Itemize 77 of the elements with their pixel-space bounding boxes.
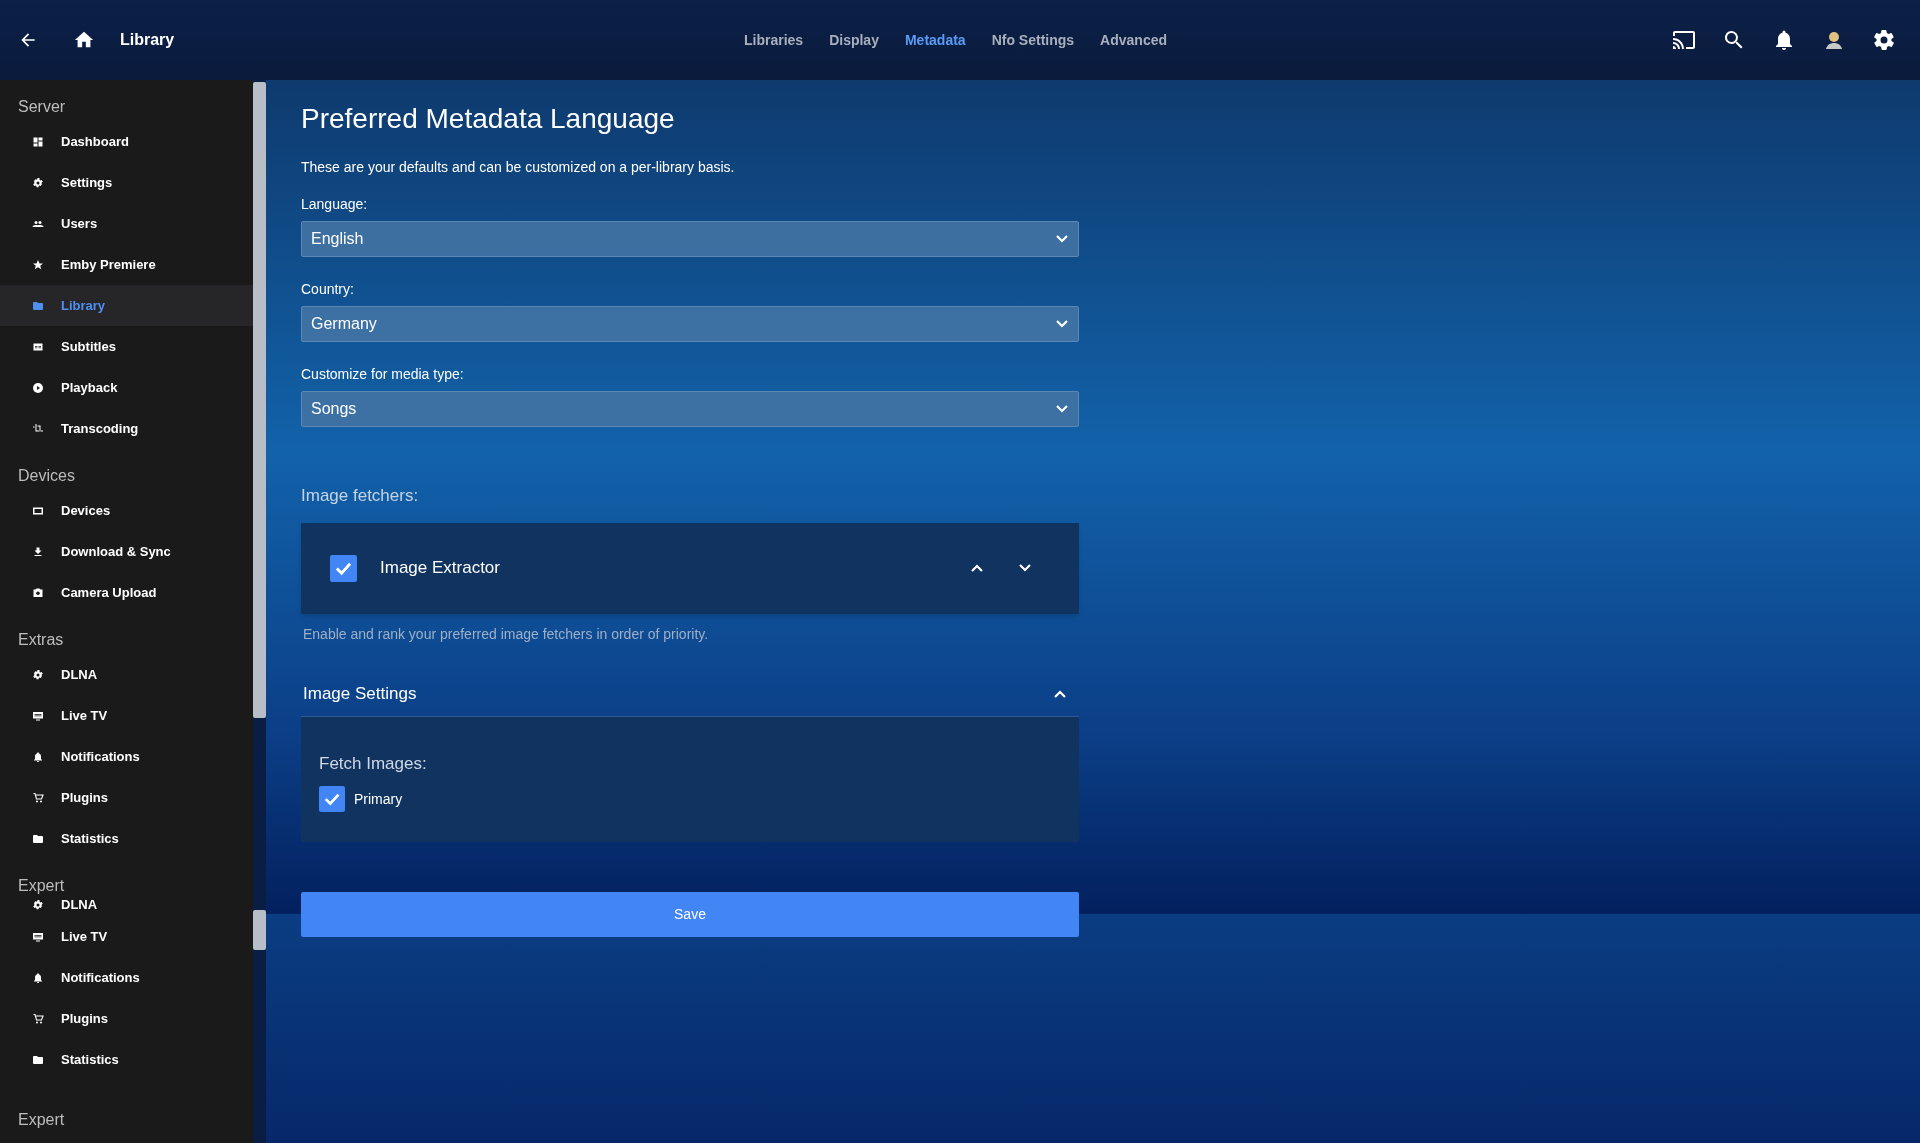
chevron-down-icon <box>1055 404 1069 414</box>
sidebar-item[interactable]: Plugins <box>0 998 253 1039</box>
crop-icon <box>32 422 44 435</box>
sidebar-item[interactable]: DLNA <box>0 894 253 916</box>
sidebar-item[interactable]: DLNA <box>0 654 253 695</box>
section-heading: Devices <box>17 466 76 486</box>
sidebar-item[interactable]: Statistics <box>0 818 253 859</box>
download-icon <box>32 545 44 558</box>
play-icon <box>32 381 44 394</box>
sidebar-item[interactable]: Live TV <box>0 695 253 736</box>
field-label: Language: <box>301 195 369 214</box>
star-icon <box>32 258 44 271</box>
cart-icon <box>32 1012 44 1025</box>
sidebar-item[interactable]: Settings <box>0 162 253 203</box>
save-button[interactable]: Save <box>301 892 1079 937</box>
sidebar-item[interactable]: Library <box>0 285 253 326</box>
sidebar-item[interactable]: Devices <box>0 490 253 531</box>
help-text: Enable and rank your preferred image fetchers in order of priority. <box>303 624 710 644</box>
sidebar-item[interactable]: Statistics <box>0 1039 253 1080</box>
chevron-down-icon <box>1055 234 1069 244</box>
folder-icon <box>32 832 44 845</box>
scrollbar-thumb[interactable] <box>253 910 266 950</box>
sidebar-item[interactable]: Download & Sync <box>0 531 253 572</box>
sidebar-item[interactable]: Playback <box>0 367 253 408</box>
gear-icon <box>32 668 44 681</box>
nav-tab[interactable]: Libraries <box>744 29 804 51</box>
dropdown[interactable]: English <box>301 221 1079 257</box>
gear-icon <box>32 176 44 189</box>
section-heading: Expert <box>17 1110 66 1130</box>
cart-icon <box>32 791 44 804</box>
bell-icon <box>32 750 44 763</box>
collapsible-header[interactable]: Image Settings <box>301 672 1079 717</box>
sidebar-item[interactable]: Notifications <box>0 736 253 777</box>
checkbox[interactable] <box>330 554 357 582</box>
sidebar-item[interactable]: Plugins <box>0 777 253 818</box>
bell-icon <box>32 971 44 984</box>
page-title: Library <box>120 30 175 50</box>
page-heading: Preferred Metadata Language <box>301 102 676 136</box>
camera-icon <box>32 586 44 599</box>
field-label: Fetch Images: <box>319 752 428 775</box>
sidebar-item[interactable]: Subtitles <box>0 326 253 367</box>
chevron-down-icon <box>1018 563 1032 573</box>
tv-icon <box>32 709 44 722</box>
fetcher-name: Image Extractor <box>380 557 500 580</box>
section-heading: Extras <box>17 630 65 650</box>
sidebar-item[interactable]: Notifications <box>0 957 253 998</box>
sidebar-item[interactable]: Live TV <box>0 916 253 957</box>
section-label: Image fetchers: <box>301 485 420 507</box>
description-text: These are your defaults and can be customized on a per-library basis. <box>301 158 736 177</box>
chevron-up-icon <box>970 563 984 573</box>
sidebar-item[interactable]: Dashboard <box>0 121 253 162</box>
chevron-down-icon <box>1055 319 1069 329</box>
sidebar-item[interactable]: Camera Upload <box>0 572 253 613</box>
option-label: Primary <box>354 789 403 809</box>
gear-icon <box>32 899 44 911</box>
field-label: Customize for media type: <box>301 365 465 384</box>
sidebar-item[interactable]: Emby Premiere <box>0 244 253 285</box>
dashboard-icon <box>32 135 44 148</box>
sidebar-item[interactable]: Transcoding <box>0 408 253 449</box>
nav-tab[interactable]: Display <box>829 29 879 51</box>
scrollbar-thumb[interactable] <box>253 82 266 718</box>
checkbox[interactable] <box>319 786 345 812</box>
nav-tab[interactable]: Nfo Settings <box>991 29 1075 51</box>
settings-icon[interactable] <box>1872 28 1896 52</box>
nav-tab[interactable]: Advanced <box>1100 29 1167 51</box>
sidebar-item[interactable]: Users <box>0 203 253 244</box>
tv-icon <box>32 930 44 943</box>
field-label: Country: <box>301 280 355 299</box>
chevron-up-icon <box>1053 689 1067 699</box>
folder-icon <box>32 1053 44 1066</box>
dropdown[interactable]: Germany <box>301 306 1079 342</box>
folder-icon <box>32 299 44 312</box>
section-heading: Expert <box>17 876 66 896</box>
nav-tab[interactable]: Metadata <box>904 29 966 51</box>
cast-icon[interactable] <box>1672 28 1696 52</box>
dropdown[interactable]: Songs <box>301 391 1079 427</box>
section-heading: Server <box>17 97 67 117</box>
